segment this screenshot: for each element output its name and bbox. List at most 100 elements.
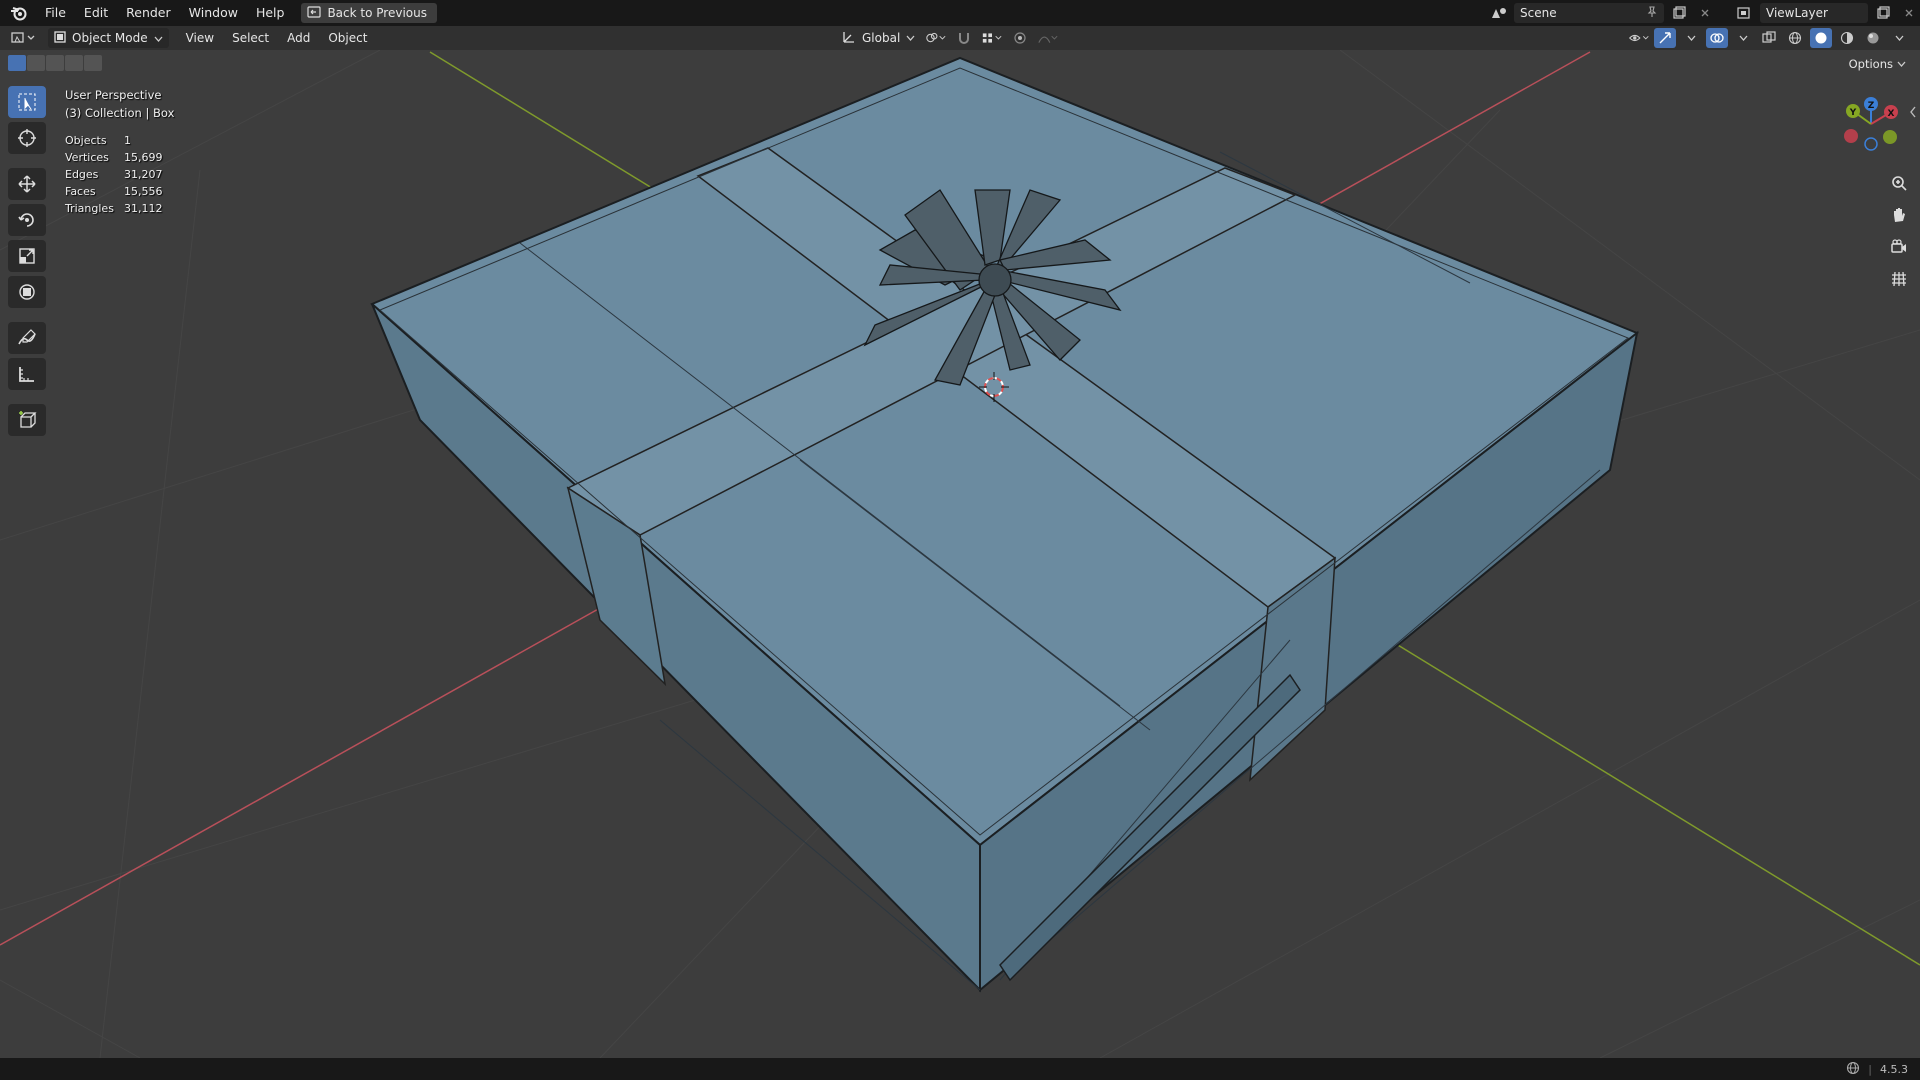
- xray-toggle-icon[interactable]: [1758, 28, 1780, 48]
- globe-icon[interactable]: [1846, 1061, 1860, 1078]
- status-separator: |: [1868, 1062, 1872, 1076]
- scene-name: Scene: [1520, 6, 1557, 20]
- gizmo-y-label: Y: [1849, 108, 1857, 118]
- shading-wireframe-icon[interactable]: [1784, 28, 1806, 48]
- version-label: 4.5.3: [1880, 1062, 1908, 1076]
- selection-mode-buttons: [8, 55, 102, 71]
- gizmo-neg-y-axis[interactable]: [1883, 130, 1897, 144]
- select-subtract-icon[interactable]: [46, 55, 64, 71]
- gizmo-toggle-icon[interactable]: [1654, 28, 1676, 48]
- select-extend-icon[interactable]: [27, 55, 45, 71]
- shading-rendered-icon[interactable]: [1862, 28, 1884, 48]
- gizmo-x-label: X: [1888, 109, 1895, 119]
- falloff-curve-icon[interactable]: [1037, 28, 1059, 48]
- status-bar: | 4.5.3: [0, 1058, 1920, 1080]
- shading-material-icon[interactable]: [1836, 28, 1858, 48]
- gizmo-neg-z-axis[interactable]: [1864, 137, 1878, 151]
- stat-value: 31,112: [124, 202, 163, 215]
- viewport-display-tools: [1628, 28, 1910, 48]
- 3d-viewport[interactable]: User Perspective (3) Collection | Box Ob…: [0, 50, 1920, 1058]
- viewport-header: Object Mode View Select Add Object Globa…: [0, 26, 1920, 50]
- chevron-down-icon: [1897, 61, 1906, 67]
- object-mode-icon: [54, 30, 66, 46]
- object-mode-dropdown[interactable]: Object Mode: [48, 28, 169, 48]
- overlays-dropdown-icon[interactable]: [1732, 28, 1754, 48]
- view-layer-name: ViewLayer: [1766, 6, 1828, 20]
- orientation-axes-icon: [842, 30, 856, 47]
- rotate-icon[interactable]: [8, 204, 46, 236]
- menu-render[interactable]: Render: [117, 2, 180, 24]
- stat-row-faces: Faces 15,556: [65, 183, 174, 200]
- add-cube-icon[interactable]: [8, 404, 46, 436]
- select-invert-icon[interactable]: [65, 55, 83, 71]
- gizmo-neg-x-axis[interactable]: [1844, 129, 1858, 143]
- menu-view[interactable]: View: [177, 31, 223, 45]
- snap-toggle-icon[interactable]: [953, 28, 975, 48]
- options-label: Options: [1848, 57, 1893, 71]
- menu-window[interactable]: Window: [180, 2, 247, 24]
- stat-row-edges: Edges 31,207: [65, 166, 174, 183]
- shading-solid-icon[interactable]: [1810, 28, 1832, 48]
- shading-dropdown-icon[interactable]: [1888, 28, 1910, 48]
- tool-separator: [8, 312, 48, 318]
- menu-object[interactable]: Object: [319, 31, 376, 45]
- editor-type-selector[interactable]: [10, 28, 40, 48]
- stat-value: 15,699: [124, 151, 163, 164]
- measure-icon[interactable]: [8, 358, 46, 390]
- select-new-icon[interactable]: [8, 55, 26, 71]
- snap-target-icon[interactable]: [981, 28, 1003, 48]
- navigation-gizmo[interactable]: Z X Y: [1840, 94, 1902, 156]
- visibility-selectability-icon[interactable]: [1628, 28, 1650, 48]
- close-scene-icon[interactable]: [1694, 3, 1716, 23]
- pivot-point-icon[interactable]: [925, 28, 947, 48]
- chevron-down-icon: [154, 31, 163, 45]
- back-to-previous-button[interactable]: Back to Previous: [301, 3, 437, 23]
- transform-icon[interactable]: [8, 276, 46, 308]
- options-dropdown[interactable]: Options: [1843, 55, 1912, 73]
- navigation-buttons: [1886, 170, 1912, 292]
- menu-select[interactable]: Select: [223, 31, 278, 45]
- tool-shelf: [8, 86, 48, 436]
- cursor-icon[interactable]: [8, 122, 46, 154]
- menu-edit[interactable]: Edit: [75, 2, 117, 24]
- stat-label: Edges: [65, 168, 99, 181]
- new-view-layer-icon[interactable]: [1872, 3, 1894, 23]
- stat-label: Triangles: [65, 202, 114, 215]
- select-intersect-icon[interactable]: [84, 55, 102, 71]
- stat-row-objects: Objects 1: [65, 132, 174, 149]
- stat-value: 31,207: [124, 168, 163, 181]
- new-scene-icon[interactable]: [1668, 3, 1690, 23]
- back-to-previous-label: Back to Previous: [327, 6, 427, 20]
- select-box-icon[interactable]: [8, 86, 46, 118]
- scale-icon[interactable]: [8, 240, 46, 272]
- move-icon[interactable]: [8, 168, 46, 200]
- transform-orientation-dropdown[interactable]: Global: [838, 30, 919, 47]
- gizmo-dropdown-icon[interactable]: [1680, 28, 1702, 48]
- collection-label: (3) Collection | Box: [65, 106, 175, 120]
- menu-add[interactable]: Add: [278, 31, 319, 45]
- viewport-info: User Perspective (3) Collection | Box: [65, 86, 174, 122]
- stat-value: 15,556: [124, 185, 163, 198]
- pin-icon[interactable]: [1646, 5, 1658, 21]
- stat-row-vertices: Vertices 15,699: [65, 149, 174, 166]
- menu-file[interactable]: File: [36, 2, 75, 24]
- scene-selector[interactable]: Scene: [1514, 3, 1664, 23]
- scene-render: [0, 50, 1920, 1058]
- perspective-label: User Perspective: [65, 88, 162, 102]
- blender-logo-icon[interactable]: [8, 2, 30, 24]
- close-view-layer-icon[interactable]: [1898, 3, 1920, 23]
- proportional-editing-icon[interactable]: [1009, 28, 1031, 48]
- camera-view-icon[interactable]: [1886, 234, 1912, 260]
- sidebar-toggle-icon[interactable]: [1908, 104, 1918, 120]
- stat-row-triangles: Triangles 31,112: [65, 200, 174, 217]
- view-layer-icon[interactable]: [1734, 3, 1756, 23]
- overlays-toggle-icon[interactable]: [1706, 28, 1728, 48]
- pan-hand-icon[interactable]: [1886, 202, 1912, 228]
- scene-icon[interactable]: [1488, 3, 1510, 23]
- annotate-icon[interactable]: [8, 322, 46, 354]
- menu-help[interactable]: Help: [247, 2, 294, 24]
- orthographic-grid-icon[interactable]: [1886, 266, 1912, 292]
- orientation-label: Global: [862, 31, 901, 45]
- view-layer-selector[interactable]: ViewLayer: [1760, 3, 1868, 23]
- zoom-icon[interactable]: [1886, 170, 1912, 196]
